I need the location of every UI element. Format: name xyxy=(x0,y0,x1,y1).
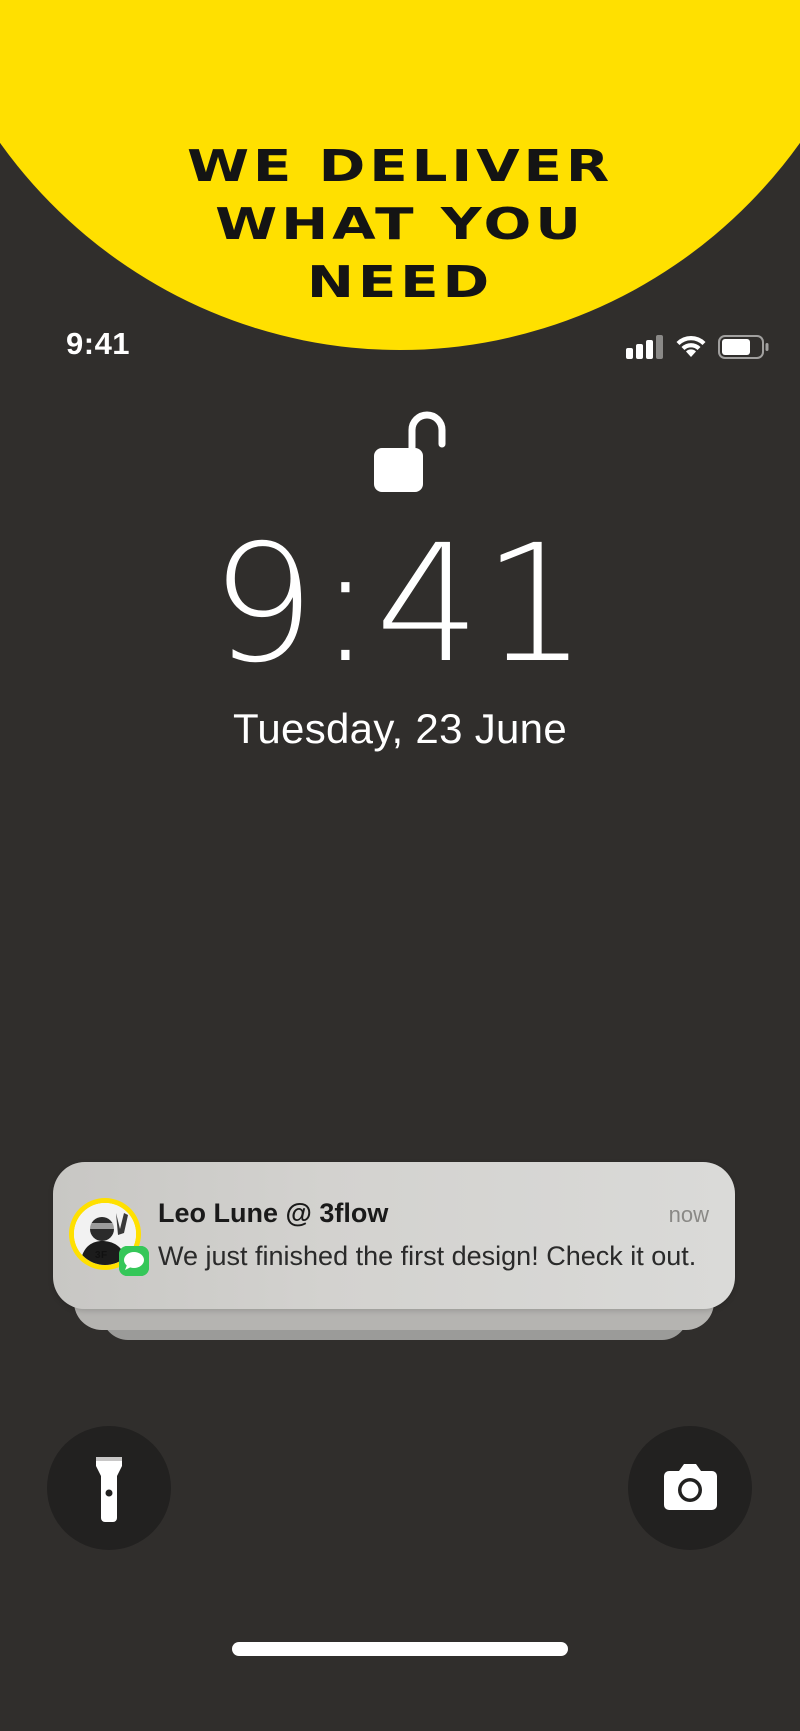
status-bar-time: 9:41 xyxy=(66,326,131,361)
home-indicator[interactable] xyxy=(232,1642,568,1656)
lock-screen: WE DELIVER WHAT YOU NEED 9:41 9:41 Tuesd… xyxy=(0,0,800,1731)
promo-line-2: WHAT YOU xyxy=(215,199,585,250)
battery-icon xyxy=(718,335,769,359)
wifi-icon xyxy=(676,335,706,357)
notification-time: now xyxy=(668,1202,709,1227)
messages-icon xyxy=(119,1246,149,1276)
lock-screen-date: Tuesday, 23 June xyxy=(232,705,567,752)
camera-button[interactable] xyxy=(628,1426,752,1550)
notification-title: Leo Lune @ 3flow xyxy=(158,1198,389,1228)
promo-banner-text: WE DELIVER WHAT YOU NEED xyxy=(0,138,800,312)
promo-line-3: NEED xyxy=(306,257,494,308)
notification-body: We just finished the first design! Check… xyxy=(158,1241,697,1271)
avatar-tag: 3F xyxy=(95,1250,108,1261)
camera-icon xyxy=(664,1464,717,1510)
unlocked-padlock-icon xyxy=(374,411,446,492)
promo-line-1: WE DELIVER xyxy=(186,141,614,192)
lock-screen-clock: 9:41 xyxy=(210,511,590,699)
flashlight-button[interactable] xyxy=(47,1426,171,1550)
flashlight-icon xyxy=(96,1457,122,1522)
notification-card[interactable]: 3F Leo Lune @ 3flow now We just finished… xyxy=(53,1162,735,1309)
cellular-signal-icon xyxy=(626,335,664,359)
